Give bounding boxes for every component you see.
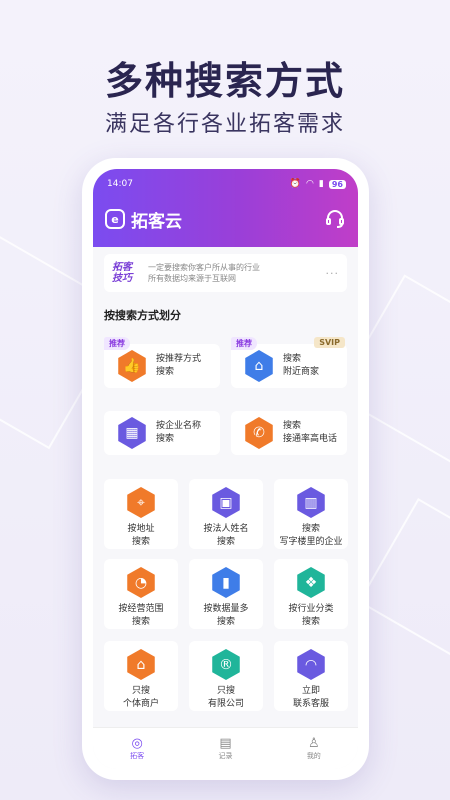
search-method-card[interactable]: ⌂ 只搜 个体商户: [104, 641, 178, 711]
app-screen: 14:07 ⏰ ◠ ▮ 96 e 拓客云 拓客 技巧 一定要搜索你客户所从事的行…: [93, 169, 358, 769]
card-label: 只搜 个体商户: [122, 686, 159, 709]
shop-icon: ⌂: [127, 649, 155, 680]
bar-chart-icon: ▮: [212, 567, 240, 598]
search-method-card[interactable]: ⌂ 搜索 附近商家 推荐 SVIP: [231, 337, 347, 388]
category-icon: ❖: [297, 567, 325, 598]
background-hexagon: [358, 498, 450, 662]
status-time: 14:07: [107, 179, 133, 189]
recommend-tag: 推荐: [104, 337, 130, 350]
office-building-icon: ▥: [297, 487, 325, 518]
card-label: 搜索 附近商家: [283, 354, 320, 377]
app-name: 拓客云: [131, 211, 182, 232]
search-method-card[interactable]: ✆ 搜索 接通率高电话: [231, 411, 347, 455]
app-logo: e 拓客云: [105, 207, 182, 232]
chat-icon: ◠: [297, 649, 325, 680]
main-content: 拓客 技巧 一定要搜索你客户所从事的行业 所有数据均来源于互联网 ··· 按搜索…: [93, 247, 358, 727]
search-method-card[interactable]: ◠ 立即 联系客服: [274, 641, 348, 711]
search-method-card[interactable]: ▥ 搜索 写字楼里的企业: [274, 479, 348, 549]
card-label: 只搜 有限公司: [207, 686, 244, 709]
card-label: 按地址 搜索: [127, 524, 155, 547]
card-label: 搜索 接通率高电话: [283, 421, 338, 444]
nav-item-user[interactable]: ♙ 我的: [307, 736, 321, 761]
location-pin-icon: ⌖: [127, 487, 155, 518]
nav-label: 我的: [306, 752, 321, 760]
search-method-card[interactable]: ▮ 按数据量多 搜索: [189, 559, 263, 629]
pie-chart-icon: ◔: [127, 567, 155, 598]
recommend-tag: 推荐: [231, 337, 257, 350]
radar-icon: ◎: [131, 736, 143, 751]
section-title: 按搜索方式划分: [104, 309, 181, 322]
tips-badge: 拓客 技巧: [112, 262, 132, 284]
nav-item-radar[interactable]: ◎ 拓客: [130, 736, 144, 761]
clipboard-icon: ▤: [219, 736, 232, 751]
tips-text: 一定要搜索你客户所从事的行业 所有数据均来源于互联网: [148, 263, 260, 283]
search-method-card[interactable]: 👍 按推荐方式 搜索 推荐: [104, 337, 220, 388]
svip-badge: SVIP: [314, 337, 345, 348]
logo-icon: e: [105, 209, 125, 229]
promo-headline: 多种搜索方式: [104, 59, 345, 103]
card-label: 按法人姓名 搜索: [203, 524, 249, 547]
promo-subline: 满足各行各业拓客需求: [104, 112, 345, 137]
card-label: 按推荐方式 搜索: [156, 354, 202, 377]
search-method-card[interactable]: ® 只搜 有限公司: [189, 641, 263, 711]
phone-icon: ✆: [245, 417, 273, 449]
card-label: 按行业分类 搜索: [288, 604, 334, 627]
store-icon: ⌂: [245, 350, 273, 382]
status-bar: 14:07 ⏰ ◠ ▮ 96: [107, 177, 346, 191]
card-label: 立即 联系客服: [292, 686, 329, 709]
nav-item-clipboard[interactable]: ▤ 记录: [218, 736, 232, 761]
more-icon[interactable]: ···: [326, 267, 340, 280]
status-icons: ⏰ ◠ ▮ 96: [290, 179, 346, 189]
tips-banner[interactable]: 拓客 技巧 一定要搜索你客户所从事的行业 所有数据均来源于互联网 ···: [104, 254, 347, 292]
signal-icon: ▮: [318, 179, 324, 189]
bottom-navigation: ◎ 拓客 ▤ 记录 ♙ 我的: [93, 727, 358, 769]
app-bar: e 拓客云: [105, 205, 346, 233]
building-icon: ▦: [118, 417, 146, 449]
registered-icon: ®: [212, 649, 240, 680]
phone-frame: 14:07 ⏰ ◠ ▮ 96 e 拓客云 拓客 技巧 一定要搜索你客户所从事的行…: [82, 158, 369, 780]
card-label: 按经营范围 搜索: [118, 604, 164, 627]
top-bar: 14:07 ⏰ ◠ ▮ 96 e 拓客云: [93, 169, 358, 247]
wifi-icon: ◠: [306, 179, 314, 189]
card-label: 搜索 写字楼里的企业: [279, 524, 343, 547]
nav-label: 记录: [218, 752, 233, 760]
search-method-card[interactable]: ◔ 按经营范围 搜索: [104, 559, 178, 629]
search-method-card[interactable]: ❖ 按行业分类 搜索: [274, 559, 348, 629]
nav-label: 拓客: [130, 752, 145, 760]
card-label: 按数据量多 搜索: [203, 604, 249, 627]
search-method-card[interactable]: ▦ 按企业名称 搜索: [104, 411, 220, 455]
alarm-icon: ⏰: [289, 179, 302, 189]
card-label: 按企业名称 搜索: [156, 421, 202, 444]
search-method-card[interactable]: ⌖ 按地址 搜索: [104, 479, 178, 549]
search-method-card[interactable]: ▣ 按法人姓名 搜索: [189, 479, 263, 549]
customer-service-headset-icon[interactable]: [324, 208, 346, 230]
id-card-icon: ▣: [212, 487, 240, 518]
thumbs-up-icon: 👍: [118, 350, 146, 382]
battery-indicator: 96: [328, 179, 346, 189]
user-icon: ♙: [307, 736, 320, 751]
